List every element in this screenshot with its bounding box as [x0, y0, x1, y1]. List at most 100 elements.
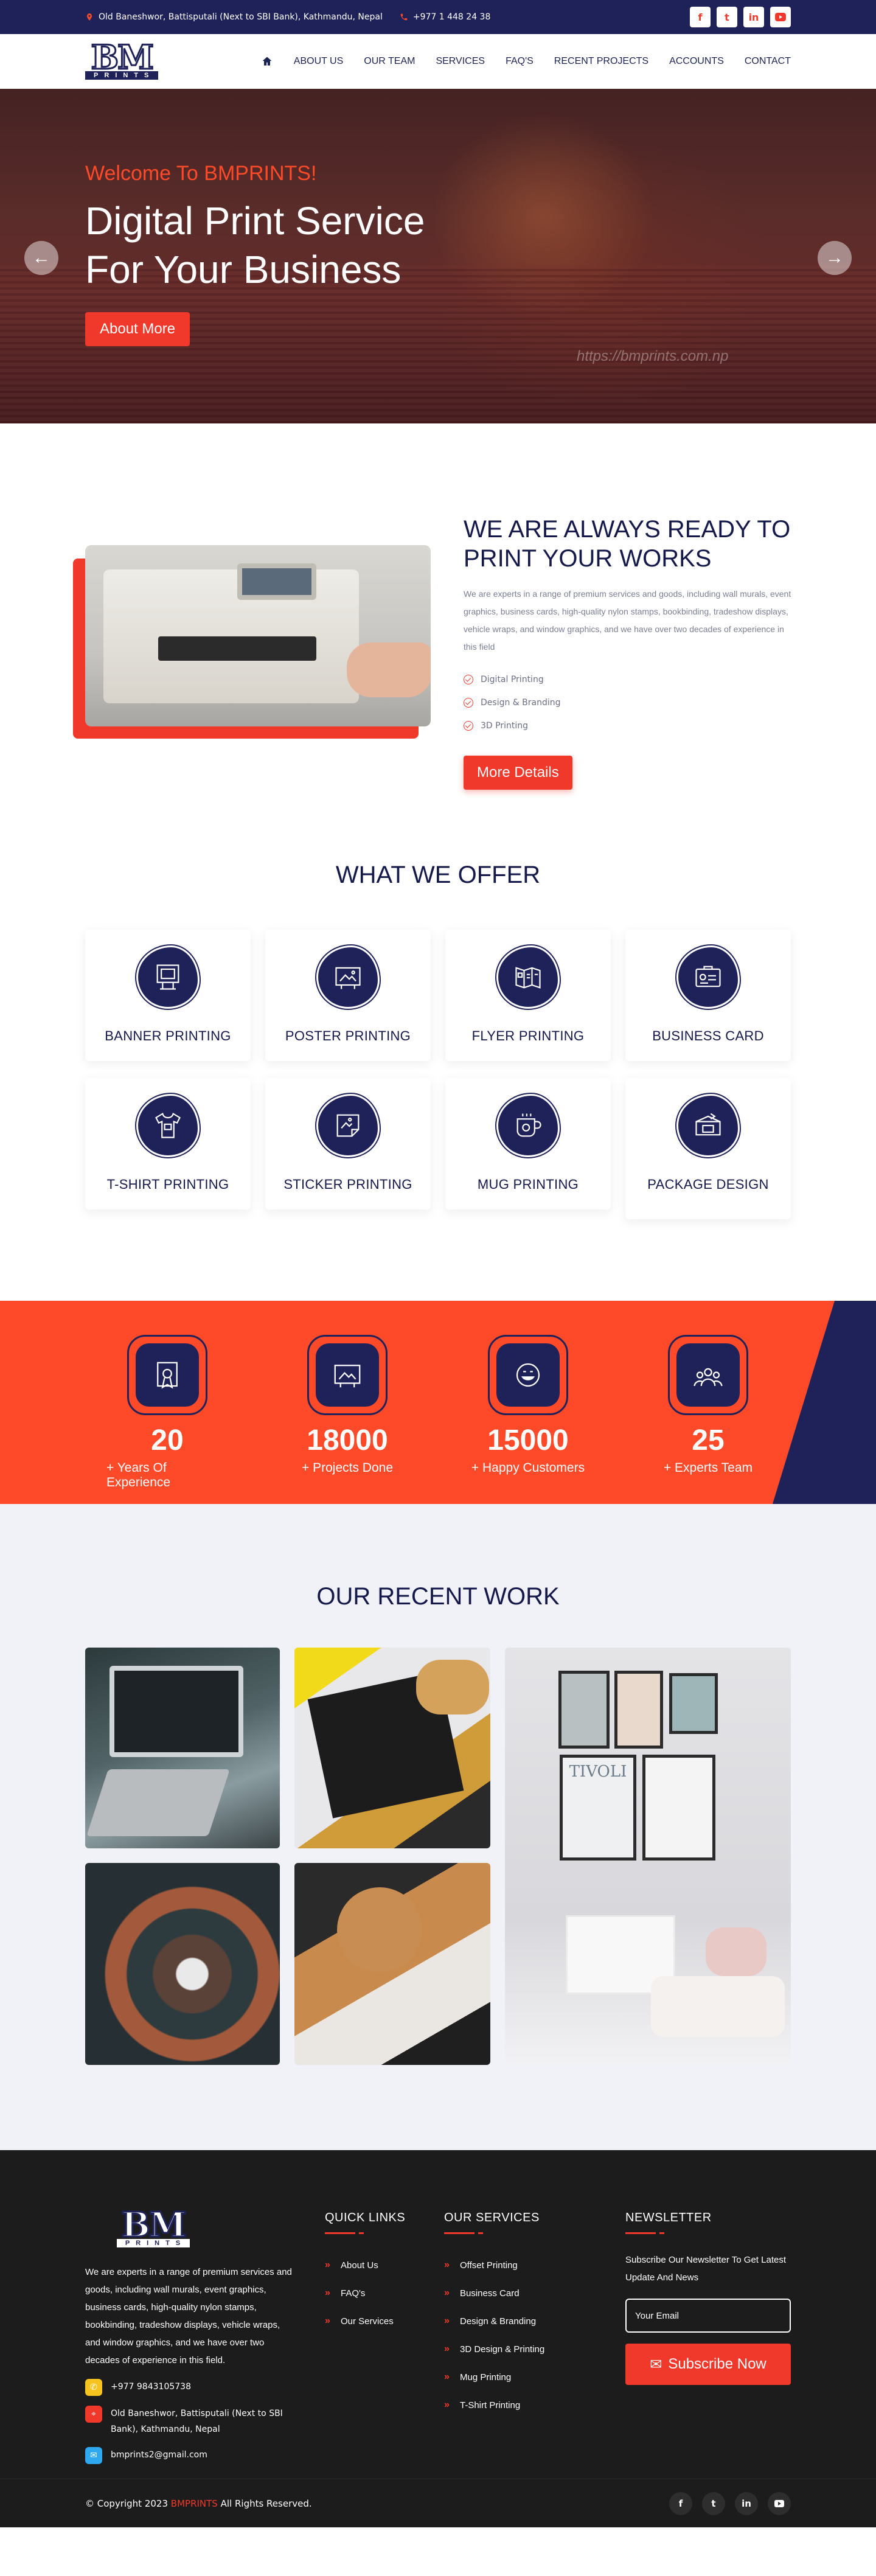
about-section: WE ARE ALWAYS READY TO PRINT YOUR WORKS …: [0, 423, 876, 838]
hero-content: Welcome To BMPRINTS! Digital Print Servi…: [85, 162, 425, 346]
hero-title: Digital Print Service For Your Business: [85, 199, 425, 291]
nav-item-contact[interactable]: CONTACT: [745, 56, 791, 67]
newsletter-title: NEWSLETTER: [625, 2211, 712, 2224]
double-chevron-icon: »: [444, 2288, 450, 2298]
service-card-banner[interactable]: BANNER PRINTING: [85, 930, 251, 1061]
linkedin-icon[interactable]: in: [735, 2491, 758, 2515]
footer-phone[interactable]: ✆ +977 9843105738: [85, 2379, 296, 2396]
service-card-poster[interactable]: POSTER PRINTING: [265, 930, 431, 1061]
package-icon: [676, 1094, 740, 1157]
copyright-bar: © Copyright 2023 BMPRINTS All Rights Res…: [0, 2479, 876, 2527]
twitter-icon[interactable]: t: [702, 2491, 725, 2515]
stats-section: 20 + Years Of Experience 18000 + Project…: [0, 1301, 876, 1504]
services-title: OUR SERVICES: [444, 2211, 540, 2224]
recent-work-section: OUR RECENT WORK TIVOLI: [0, 1504, 876, 2150]
home-icon[interactable]: [261, 55, 273, 68]
arrow-left-icon: ←: [32, 248, 50, 268]
youtube-icon[interactable]: [768, 2491, 791, 2515]
location-pin-icon: ⌖: [85, 2406, 102, 2423]
service-card-mug[interactable]: MUG PRINTING: [445, 1078, 611, 1210]
mug-icon: [496, 1094, 560, 1157]
facebook-icon[interactable]: f: [690, 7, 711, 27]
footer-service-link[interactable]: » Offset Printing: [444, 2251, 544, 2279]
footer-services: OUR SERVICES » Offset Printing » Business …: [444, 2211, 544, 2419]
envelope-icon: ✉: [650, 2356, 662, 2373]
slider-next-button[interactable]: →: [818, 241, 852, 275]
footer-social: f t in: [669, 2491, 791, 2515]
stat-projects: 18000 + Projects Done: [287, 1335, 408, 1475]
double-chevron-icon: »: [444, 2344, 450, 2354]
footer-link[interactable]: » About Us: [325, 2251, 405, 2279]
quick-links-title: QUICK LINKS: [325, 2211, 406, 2224]
main-nav: BM PRINTS ABOUT US OUR TEAM SERVICES FAQ…: [0, 34, 876, 89]
more-details-button[interactable]: More Details: [464, 756, 572, 790]
recent-work-photo[interactable]: [85, 1648, 280, 1848]
linkedin-icon[interactable]: in: [743, 7, 764, 27]
poster-text: TIVOLI: [569, 1763, 627, 1781]
about-more-button[interactable]: About More: [85, 312, 190, 346]
banner-icon: [136, 945, 200, 1009]
facebook-icon[interactable]: f: [669, 2491, 692, 2515]
offer-grid: BANNER PRINTING POSTER PRINTING FLYER PR…: [85, 930, 791, 1219]
footer-logo[interactable]: BM PRINTS: [100, 2207, 207, 2247]
newsletter-email-input[interactable]: Your Email: [625, 2299, 791, 2333]
recent-work-photo[interactable]: [85, 1863, 280, 2065]
nav-item-faqs[interactable]: FAQ'S: [506, 56, 534, 67]
footer-link[interactable]: » Our Services: [325, 2307, 405, 2335]
footer-service-link[interactable]: » Business Card: [444, 2279, 544, 2307]
footer-link[interactable]: » FAQ's: [325, 2279, 405, 2307]
team-icon: [676, 1343, 740, 1407]
location-pin-icon: [86, 13, 92, 21]
offer-title: WHAT WE OFFER: [335, 862, 541, 888]
nav-item-services[interactable]: SERVICES: [436, 56, 485, 67]
check-circle-icon: [464, 698, 473, 708]
hero-slider: Welcome To BMPRINTS! Digital Print Servi…: [0, 89, 876, 423]
topbar-phone[interactable]: +977 1 448 24 38: [400, 12, 490, 22]
feature-item: Design & Branding: [464, 691, 792, 714]
about-text: WE ARE ALWAYS READY TO PRINT YOUR WORKS …: [464, 515, 792, 790]
twitter-icon[interactable]: t: [717, 7, 737, 27]
nav-item-accounts[interactable]: ACCOUNTS: [669, 56, 724, 67]
youtube-icon[interactable]: [770, 7, 791, 27]
topbar-social: f t in: [690, 7, 791, 27]
service-card-flyer[interactable]: FLYER PRINTING: [445, 930, 611, 1061]
hero-welcome: Welcome To BMPRINTS!: [85, 162, 317, 185]
footer: BM PRINTS We are experts in a range of p…: [0, 2150, 876, 2527]
check-circle-icon: [464, 675, 473, 684]
recent-work-title: OUR RECENT WORK: [316, 1583, 560, 1610]
nav-item-about-us[interactable]: ABOUT US: [294, 56, 344, 67]
footer-service-link[interactable]: » T-Shirt Printing: [444, 2391, 544, 2419]
footer-service-link[interactable]: » 3D Design & Printing: [444, 2335, 544, 2363]
recent-work-photo[interactable]: [294, 1863, 490, 2065]
about-title: WE ARE ALWAYS READY TO PRINT YOUR WORKS: [464, 516, 791, 572]
copyright-brand-link[interactable]: BMPRINTS: [171, 2498, 218, 2509]
subscribe-button[interactable]: ✉ Subscribe Now: [625, 2344, 791, 2385]
topbar-address: Old Baneshwor, Battisputali (Next to SBI…: [85, 12, 383, 22]
footer-address: ⌖ Old Baneshwor, Battisputali (Next to S…: [85, 2406, 286, 2437]
email-icon: ✉: [85, 2447, 102, 2464]
nav-item-our-team[interactable]: OUR TEAM: [364, 56, 415, 67]
poster-icon: [316, 945, 380, 1009]
double-chevron-icon: »: [444, 2260, 450, 2270]
about-image: [85, 545, 431, 726]
feature-item: Digital Printing: [464, 668, 792, 691]
service-card-business-card[interactable]: BUSINESS CARD: [625, 930, 791, 1061]
footer-service-link[interactable]: » Mug Printing: [444, 2363, 544, 2391]
stat-customers: 15000 + Happy Customers: [467, 1335, 589, 1475]
recent-work-photo[interactable]: TIVOLI: [505, 1648, 791, 2065]
service-card-package[interactable]: PACKAGE DESIGN: [625, 1078, 791, 1219]
stat-experience: 20 + Years Of Experience: [106, 1335, 228, 1490]
footer-about-text: We are experts in a range of premium ser…: [85, 2267, 292, 2365]
service-card-tshirt[interactable]: T-SHIRT PRINTING: [85, 1078, 251, 1210]
logo[interactable]: BM PRINTS: [85, 40, 159, 80]
nav-item-recent-projects[interactable]: RECENT PROJECTS: [554, 56, 648, 67]
slider-prev-button[interactable]: ←: [24, 241, 58, 275]
projects-icon: [316, 1343, 379, 1407]
footer-service-link[interactable]: » Design & Branding: [444, 2307, 544, 2335]
service-card-sticker[interactable]: STICKER PRINTING: [265, 1078, 431, 1210]
flyer-icon: [496, 945, 560, 1009]
recent-work-photo[interactable]: [294, 1648, 490, 1848]
footer-email[interactable]: ✉ bmprints2@gmail.com: [85, 2447, 296, 2464]
footer-newsletter: NEWSLETTER Subscribe Our Newsletter To G…: [625, 2211, 808, 2385]
footer-quick-links: QUICK LINKS » About Us » FAQ's » Our Servic…: [325, 2211, 405, 2335]
